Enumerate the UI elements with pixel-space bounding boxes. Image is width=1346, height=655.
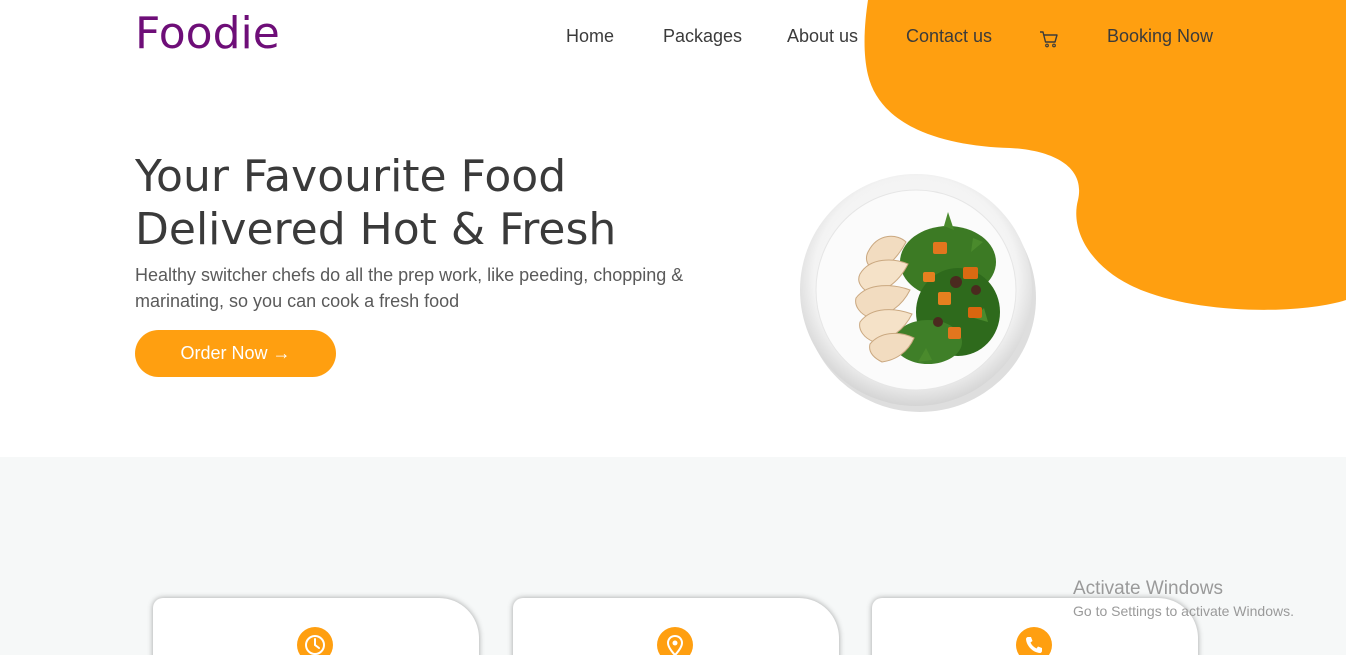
hero-title: Your Favourite Food Delivered Hot & Fres… bbox=[135, 150, 735, 256]
hero-subtitle: Healthy switcher chefs do all the prep w… bbox=[135, 265, 684, 311]
hero-title-line1: Your Favourite Food bbox=[135, 151, 567, 202]
hero-plate-image bbox=[798, 172, 1040, 414]
order-now-button[interactable]: Order Now → bbox=[135, 330, 336, 377]
feature-card-location[interactable] bbox=[513, 598, 839, 655]
nav-home[interactable]: Home bbox=[566, 26, 614, 47]
nav-packages[interactable]: Packages bbox=[663, 26, 742, 47]
cart-icon[interactable] bbox=[1039, 29, 1059, 49]
watermark-title: Activate Windows bbox=[1073, 578, 1223, 599]
phone-icon bbox=[1016, 627, 1052, 655]
nav-booking[interactable]: Booking Now bbox=[1107, 26, 1213, 47]
main-nav: Home Packages About us Contact us Bookin… bbox=[0, 26, 1346, 50]
clock-icon bbox=[297, 627, 333, 655]
features-section bbox=[0, 457, 1346, 655]
nav-about[interactable]: About us bbox=[787, 26, 858, 47]
hero-title-line2: Delivered Hot & Fresh bbox=[135, 204, 617, 255]
watermark-subtitle: Go to Settings to activate Windows. bbox=[1073, 603, 1294, 619]
nav-contact[interactable]: Contact us bbox=[906, 26, 992, 47]
activate-windows-watermark: Activate Windows Go to Settings to activ… bbox=[1073, 578, 1294, 619]
location-pin-icon bbox=[657, 627, 693, 655]
feature-card-hours[interactable] bbox=[153, 598, 479, 655]
